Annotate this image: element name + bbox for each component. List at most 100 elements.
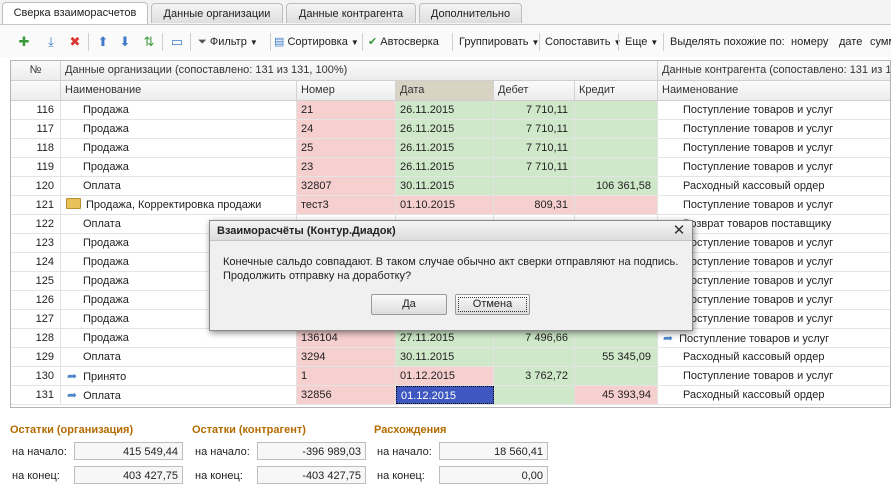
cell-debit[interactable]: 809,31 bbox=[494, 196, 575, 214]
cell-date[interactable]: 27.11.2015 bbox=[396, 329, 494, 347]
cell-n[interactable]: 123 bbox=[11, 234, 61, 252]
table-row[interactable]: 116 Продажа 21 26.11.2015 7 710,11 Поступлени… bbox=[11, 101, 890, 120]
cell-date[interactable]: 26.11.2015 bbox=[396, 158, 494, 176]
cell-number[interactable]: 21 bbox=[297, 101, 396, 119]
cell-date[interactable]: 26.11.2015 bbox=[396, 139, 494, 157]
cell-partner[interactable]: Расходный кассовый ордер bbox=[658, 386, 890, 404]
totals-partner-start-value[interactable]: -396 989,03 bbox=[257, 442, 366, 460]
cell-credit[interactable] bbox=[575, 101, 658, 119]
cell-date[interactable]: 30.11.2015 bbox=[396, 177, 494, 195]
table-row[interactable]: 130 ➦ Принято 1 01.12.2015 3 762,72 Поступлени… bbox=[11, 367, 890, 386]
cell-partner[interactable]: Поступление товаров и услуг bbox=[658, 367, 890, 385]
cell-debit[interactable]: 7 710,11 bbox=[494, 158, 575, 176]
totals-diff-start-value[interactable]: 18 560,41 bbox=[439, 442, 548, 460]
cell-debit[interactable]: 3 762,72 bbox=[494, 367, 575, 385]
tab-additional[interactable]: Дополнительно bbox=[419, 3, 522, 23]
cell-n[interactable]: 122 bbox=[11, 215, 61, 233]
cell-date[interactable]: 01.10.2015 bbox=[396, 196, 494, 214]
compare-button[interactable]: Сопоставить▼ bbox=[545, 33, 621, 51]
cell-partner[interactable]: Поступление товаров и услуг bbox=[658, 120, 890, 138]
group-button[interactable]: Группировать ▼ bbox=[459, 33, 539, 51]
cell-partner[interactable]: Поступление товаров и услуг bbox=[658, 158, 890, 176]
cell-partner[interactable]: Поступление товаров и услуг bbox=[658, 101, 890, 119]
cell-partner[interactable]: ➦ Поступление товаров и услуг bbox=[658, 329, 890, 347]
cell-n[interactable]: 130 bbox=[11, 367, 61, 385]
cancel-button[interactable]: Отмена bbox=[455, 294, 530, 315]
cell-name[interactable]: Продажа bbox=[61, 158, 297, 176]
highlight-by-sum[interactable]: сумме bbox=[870, 33, 891, 51]
cell-number[interactable]: 24 bbox=[297, 120, 396, 138]
column-partner-name-header[interactable]: Наименование bbox=[658, 81, 890, 100]
table-row[interactable]: 131 ➦ Оплата 32856 01.12.2015 45 393,94 Расход… bbox=[11, 386, 890, 405]
add-icon[interactable]: ✚ bbox=[15, 33, 33, 51]
table-row[interactable]: 117 Продажа 24 26.11.2015 7 710,11 Поступлени… bbox=[11, 120, 890, 139]
cell-debit[interactable]: 7 710,11 bbox=[494, 101, 575, 119]
cell-n[interactable]: 117 bbox=[11, 120, 61, 138]
cell-debit[interactable] bbox=[494, 348, 575, 366]
cell-partner[interactable]: Поступление товаров и услуг bbox=[658, 196, 890, 214]
cell-name[interactable]: ➦ Оплата bbox=[61, 386, 297, 404]
cell-name[interactable]: ➦ Принято bbox=[61, 367, 297, 385]
move-up-icon[interactable]: ⬆ bbox=[94, 33, 112, 51]
column-credit-header[interactable]: Кредит bbox=[575, 81, 658, 100]
highlight-by-number[interactable]: номеру bbox=[791, 33, 828, 51]
cell-credit[interactable] bbox=[575, 139, 658, 157]
cell-date[interactable]: 26.11.2015 bbox=[396, 101, 494, 119]
cell-number[interactable]: 32856 bbox=[297, 386, 396, 404]
comment-icon[interactable]: ▭ bbox=[168, 33, 186, 51]
cell-credit[interactable] bbox=[575, 196, 658, 214]
swap-icon[interactable]: ⇅ bbox=[140, 33, 158, 51]
column-number-header[interactable]: № bbox=[11, 61, 61, 80]
cell-number[interactable]: 3294 bbox=[297, 348, 396, 366]
table-row[interactable]: 128 Продажа 136104 27.11.2015 7 496,66 ➦ Посту… bbox=[11, 329, 890, 348]
cell-number[interactable]: 23 bbox=[297, 158, 396, 176]
cell-n[interactable]: 128 bbox=[11, 329, 61, 347]
cell-name[interactable]: Продажа bbox=[61, 329, 297, 347]
cell-credit[interactable] bbox=[575, 367, 658, 385]
cell-n[interactable]: 126 bbox=[11, 291, 61, 309]
cell-name[interactable]: Продажа bbox=[61, 101, 297, 119]
cell-name[interactable]: Продажа, Корректировка продажи bbox=[61, 196, 297, 214]
filter-button[interactable]: ⏷ Фильтр ▼ bbox=[198, 33, 258, 51]
sort-button[interactable]: ▤ Сортировка ▼ bbox=[274, 33, 359, 51]
totals-org-start-value[interactable]: 415 549,44 bbox=[74, 442, 183, 460]
cell-n[interactable]: 120 bbox=[11, 177, 61, 195]
cell-credit[interactable] bbox=[575, 120, 658, 138]
cell-debit[interactable] bbox=[494, 177, 575, 195]
close-icon[interactable]: ✕ bbox=[671, 222, 687, 240]
cell-credit[interactable]: 55 345,09 bbox=[575, 348, 658, 366]
cell-partner[interactable]: Поступление товаров и услуг bbox=[658, 139, 890, 157]
cell-date[interactable]: 26.11.2015 bbox=[396, 120, 494, 138]
cell-number[interactable]: 25 bbox=[297, 139, 396, 157]
cell-credit[interactable]: 106 361,58 bbox=[575, 177, 658, 195]
cell-name[interactable]: Оплата bbox=[61, 348, 297, 366]
cell-n[interactable]: 124 bbox=[11, 253, 61, 271]
cell-credit[interactable]: 45 393,94 bbox=[575, 386, 658, 404]
cell-n[interactable]: 125 bbox=[11, 272, 61, 290]
cell-n[interactable]: 131 bbox=[11, 386, 61, 404]
column-name-header[interactable]: Наименование bbox=[61, 81, 297, 100]
table-row[interactable]: 120 Оплата 32807 30.11.2015 106 361,58 Расход… bbox=[11, 177, 890, 196]
tab-partner-data[interactable]: Данные контрагента bbox=[286, 3, 416, 23]
totals-partner-end-value[interactable]: -403 427,75 bbox=[257, 466, 366, 484]
cell-number[interactable]: 136104 bbox=[297, 329, 396, 347]
download-icon[interactable]: ⤓ bbox=[42, 33, 60, 51]
cell-credit[interactable] bbox=[575, 158, 658, 176]
table-row[interactable]: 129 Оплата 3294 30.11.2015 55 345,09 Расходны… bbox=[11, 348, 890, 367]
totals-diff-end-value[interactable]: 0,00 bbox=[439, 466, 548, 484]
delete-icon[interactable]: ✖ bbox=[66, 33, 84, 51]
table-row[interactable]: 121 Продажа, Корректировка продажи тест3 01… bbox=[11, 196, 890, 215]
cell-debit[interactable] bbox=[494, 386, 575, 404]
cell-date[interactable]: 01.12.2015 bbox=[396, 386, 494, 404]
cell-n[interactable]: 127 bbox=[11, 310, 61, 328]
cell-name[interactable]: Продажа bbox=[61, 139, 297, 157]
yes-button[interactable]: Да bbox=[371, 294, 447, 315]
cell-debit[interactable]: 7 710,11 bbox=[494, 139, 575, 157]
cell-number[interactable]: 32807 bbox=[297, 177, 396, 195]
table-row[interactable]: 119 Продажа 23 26.11.2015 7 710,11 Поступлени… bbox=[11, 158, 890, 177]
autoreconcile-button[interactable]: ✔ Автосверка bbox=[368, 33, 439, 51]
column-debit-header[interactable]: Дебет bbox=[494, 81, 575, 100]
cell-n[interactable]: 129 bbox=[11, 348, 61, 366]
cell-credit[interactable] bbox=[575, 329, 658, 347]
cell-partner[interactable]: Расходный кассовый ордер bbox=[658, 348, 890, 366]
